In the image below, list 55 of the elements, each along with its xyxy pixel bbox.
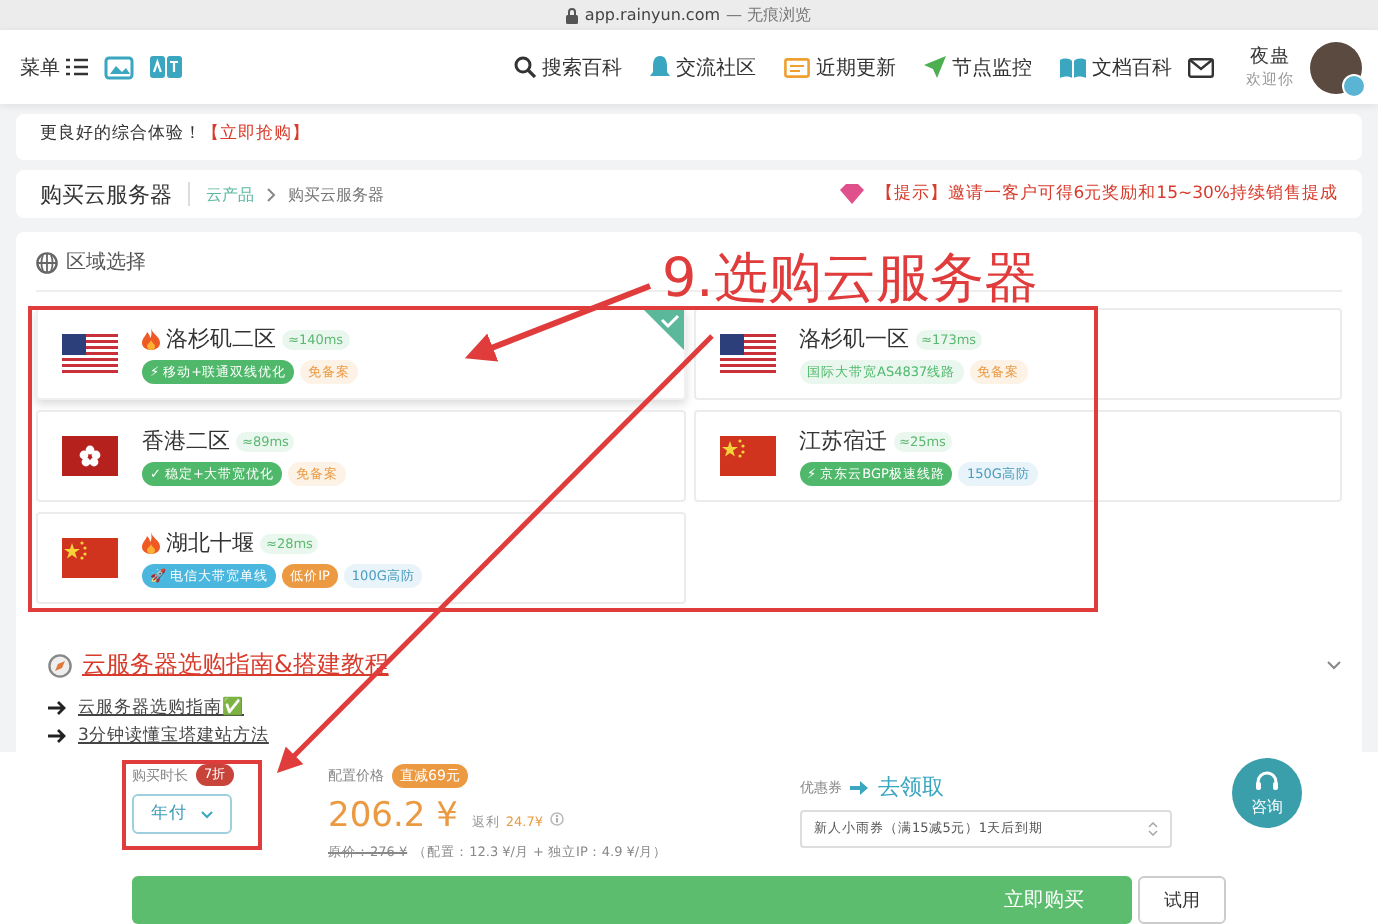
annotation-text: 9.选购云服务器 bbox=[662, 248, 1038, 313]
nav-link[interactable]: 文档百科 bbox=[1060, 53, 1172, 81]
translate-icon[interactable] bbox=[150, 56, 182, 78]
guide-link[interactable]: 云服务器选购指南✅ bbox=[78, 696, 244, 720]
arrow-icon bbox=[48, 700, 68, 716]
region-name: 洛杉矶二区 bbox=[166, 324, 276, 354]
info-icon bbox=[549, 812, 563, 826]
flag-icon bbox=[62, 538, 118, 578]
mail-icon[interactable] bbox=[1188, 57, 1214, 77]
chevron-down-icon bbox=[199, 809, 213, 819]
flag-icon bbox=[62, 334, 118, 374]
send-icon bbox=[924, 56, 946, 78]
search-icon bbox=[514, 56, 536, 78]
tip-text: 【提示】邀请一客户可得6元奖励和15~30%持续销售提成 bbox=[875, 182, 1338, 206]
arrow-icon bbox=[48, 728, 68, 744]
globe-icon bbox=[36, 251, 58, 273]
region-name: 洛杉矶一区 bbox=[799, 324, 909, 354]
headset-icon bbox=[1254, 769, 1280, 793]
user-name: 夜蛊 bbox=[1250, 44, 1290, 70]
annotation-box-overlay bbox=[122, 760, 262, 850]
nav-link[interactable]: 近期更新 bbox=[784, 53, 896, 81]
bell-icon bbox=[650, 55, 670, 79]
nav-link[interactable]: 交流社区 bbox=[650, 53, 756, 81]
image-icon[interactable] bbox=[104, 55, 134, 79]
price-text: 206.2 ¥ bbox=[328, 796, 458, 836]
chevron-icon[interactable] bbox=[1326, 660, 1342, 670]
address-text: app.rainyun.com bbox=[584, 6, 721, 24]
compass-icon bbox=[48, 653, 72, 677]
gem-icon bbox=[839, 184, 864, 204]
chevron-right-icon bbox=[266, 187, 276, 201]
avatar[interactable] bbox=[1310, 41, 1362, 93]
region-name: 香港二区 bbox=[142, 426, 230, 456]
breadcrumb-item[interactable]: 购买云服务器 bbox=[288, 183, 384, 205]
region-name: 江苏宿迁 bbox=[799, 426, 887, 456]
browser-mode-text: — 无痕浏览 bbox=[726, 4, 812, 26]
promo-text: 更良好的综合体验！ bbox=[40, 122, 202, 146]
selected-check-icon bbox=[643, 310, 683, 350]
card-icon bbox=[784, 57, 810, 77]
guide-link[interactable]: 3分钟读懂宝塔建站方法 bbox=[78, 724, 269, 748]
buy-now-link[interactable]: 【立即抢购】 bbox=[202, 122, 310, 146]
book-icon bbox=[1060, 57, 1086, 77]
flag-icon bbox=[719, 334, 775, 374]
region-name: 湖北十堰 bbox=[166, 528, 254, 558]
lock-icon bbox=[566, 7, 579, 23]
section-title: 区域选择 bbox=[66, 249, 146, 276]
nav-link[interactable]: 搜索百科 bbox=[514, 53, 622, 81]
menu-button[interactable]: 菜单 bbox=[20, 53, 88, 81]
sort-icon bbox=[1148, 822, 1158, 836]
nav-link[interactable]: 节点监控 bbox=[924, 53, 1032, 81]
flag-icon bbox=[719, 436, 775, 476]
trial-button[interactable]: 试用 bbox=[1138, 876, 1226, 924]
flag-icon bbox=[62, 436, 118, 476]
list-icon bbox=[66, 58, 88, 76]
arrow-right-icon bbox=[850, 777, 872, 797]
page-title: 购买云服务器 bbox=[40, 179, 172, 209]
